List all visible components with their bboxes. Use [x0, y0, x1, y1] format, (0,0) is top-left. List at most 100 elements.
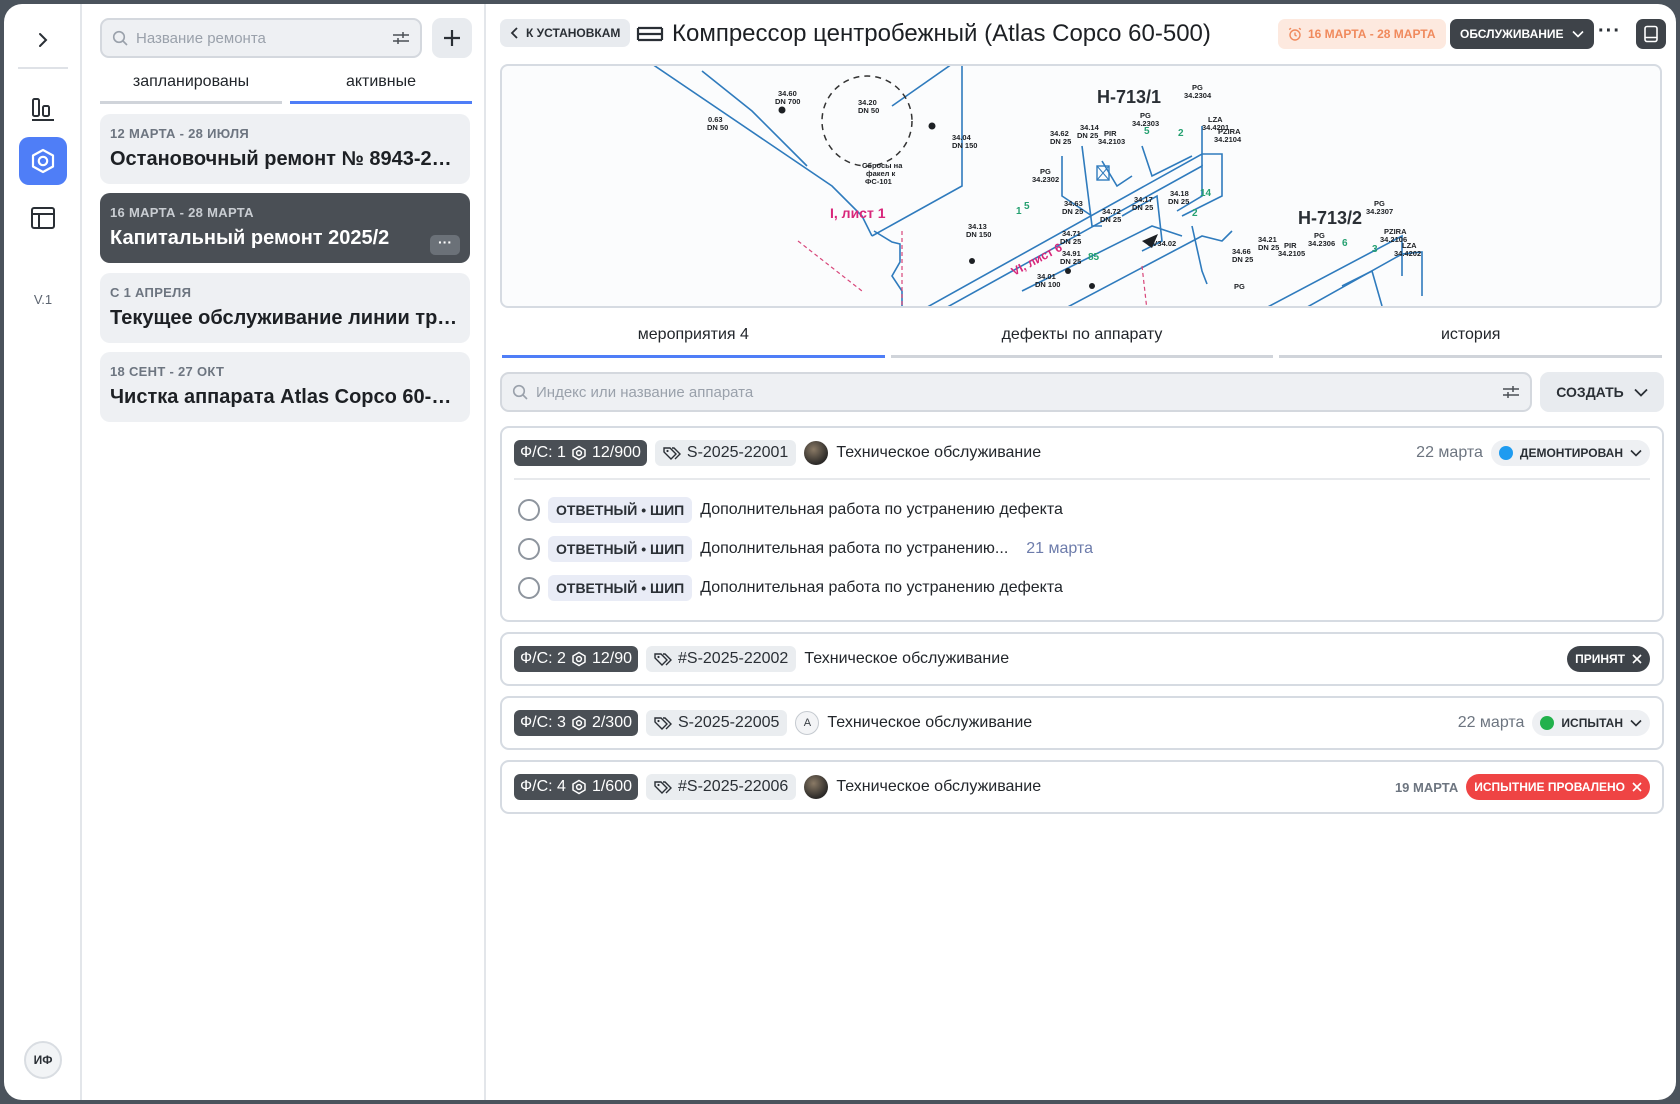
events-search[interactable]: Индекс или название аппарата — [500, 372, 1532, 412]
tab-history[interactable]: история — [1279, 320, 1663, 358]
fs-badge: Ф/С: 2 12/90 — [514, 646, 638, 672]
tag-label: 34.2302 — [1032, 175, 1059, 184]
tab-active[interactable]: активные — [290, 70, 472, 104]
tag-label: DN 25 — [1060, 237, 1081, 246]
tag-label: 1 — [1016, 206, 1022, 217]
table-button[interactable] — [19, 194, 67, 242]
repair-card-selected[interactable]: 16 МАРТА - 28 МАРТА Капитальный ремонт 2… — [100, 193, 470, 263]
dashboard-button[interactable] — [19, 85, 67, 133]
chevron-down-icon — [1630, 719, 1642, 727]
event-card[interactable]: Ф/С: 1 12/900 S-2025-22001 Техническое о… — [500, 426, 1664, 622]
code-badge: S-2025-22001 — [654, 440, 797, 466]
filter-icon[interactable] — [1502, 384, 1520, 400]
event-code: S-2025-22005 — [678, 714, 780, 731]
table-icon — [31, 207, 55, 229]
hexagon-icon — [572, 651, 586, 667]
tag-label: DN 150 — [952, 141, 977, 150]
back-button[interactable]: К УСТАНОВКАМ — [500, 19, 631, 47]
status-badge[interactable]: ИСПЫТНИЕ ПРОВАЛЕНО — [1466, 774, 1650, 800]
status-label: ПРИНЯТ — [1575, 652, 1625, 666]
tab-events[interactable]: мероприятия 4 — [502, 320, 885, 358]
fs-number: Ф/С: 2 — [520, 650, 566, 667]
fs-count: 2/300 — [591, 714, 632, 731]
repair-search[interactable]: Название ремонта — [100, 18, 422, 58]
subtask-row[interactable]: ОТВЕТНЫЙ • ШИП Дополнительная работа по … — [502, 568, 1662, 607]
app-window: V.1 ИФ Название ремонта запланированы ак… — [4, 4, 1676, 1100]
add-repair-button[interactable] — [432, 18, 472, 58]
chevron-down-icon — [1571, 30, 1584, 38]
subtask-row[interactable]: ОТВЕТНЫЙ • ШИП Дополнительная работа по … — [502, 490, 1662, 529]
tag-label: DN 50 — [707, 123, 728, 132]
status-dropdown[interactable]: ИСПЫТАН — [1532, 710, 1650, 736]
hexagon-icon — [31, 148, 55, 174]
tag-label: 85 — [1088, 252, 1100, 263]
repair-tabs: запланированы активные — [100, 70, 472, 104]
repair-card[interactable]: 12 МАРТА - 28 ИЮЛЯ Остановочный ремонт №… — [100, 114, 470, 184]
nav-rail: V.1 ИФ — [4, 4, 82, 1100]
subtask-checkbox[interactable] — [518, 498, 540, 521]
tag-label: PG — [1234, 282, 1245, 291]
tag-label: 5 — [1144, 126, 1150, 137]
filter-icon[interactable] — [392, 30, 410, 46]
expand-button[interactable] — [19, 16, 67, 64]
repair-dates: 18 СЕНТ - 27 ОКТ — [110, 364, 225, 379]
tab-defects[interactable]: дефекты по аппарату — [890, 320, 1274, 358]
assignee-avatar[interactable] — [804, 441, 829, 465]
repair-card[interactable]: С 1 АПРЕЛЯ Текущее обслуживание линии тр… — [100, 273, 470, 343]
event-date: 22 марта — [1457, 714, 1525, 731]
repair-title: Остановочный ремонт № 8943-2025 — [110, 148, 460, 170]
subtask-checkbox[interactable] — [518, 537, 540, 560]
event-header: Ф/С: 1 12/900 S-2025-22001 Техническое о… — [502, 428, 1662, 478]
repair-card[interactable]: 18 СЕНТ - 27 ОКТ Чистка аппарата Atlas C… — [100, 352, 470, 422]
repair-more-button[interactable]: ··· — [430, 235, 460, 255]
assignee-avatar[interactable] — [804, 775, 829, 799]
repair-dates: 12 МАРТА - 28 ИЮЛЯ — [110, 126, 250, 141]
tag-label: 34.2105 — [1278, 249, 1305, 258]
subtask-row[interactable]: ОТВЕТНЫЙ • ШИП Дополнительная работа по … — [502, 529, 1662, 568]
tag-label: DN 25 — [1050, 137, 1071, 146]
code-badge: #S-2025-22006 — [646, 774, 797, 800]
tag-label: DN 25 — [1060, 257, 1081, 266]
repair-search-placeholder: Название ремонта — [136, 29, 266, 47]
tag-label: 34.2307 — [1366, 207, 1393, 216]
equipment-view: К УСТАНОВКАМ Компрессор центробежный (At… — [486, 4, 1676, 1100]
unit-label: Н-713/1 — [1097, 87, 1161, 107]
close-icon[interactable] — [1632, 654, 1642, 664]
status-dot — [1540, 716, 1555, 730]
event-card[interactable]: Ф/С: 4 1/600 #S-2025-22006 Техническое о… — [500, 760, 1664, 814]
fs-count: 12/90 — [591, 650, 632, 667]
pipeline-icon — [636, 26, 664, 42]
tag-label: 34.2104 — [1214, 135, 1242, 144]
status-dropdown[interactable]: ДЕМОНТИРОВАН — [1490, 440, 1650, 466]
tag-label: 6 — [1342, 238, 1348, 249]
event-header: Ф/С: 2 12/90 #S-2025-22002 Техническое о… — [502, 634, 1662, 684]
more-button[interactable]: ··· — [1598, 21, 1621, 41]
search-icon — [512, 384, 528, 400]
docs-button[interactable] — [1636, 19, 1666, 49]
close-icon[interactable] — [1632, 782, 1642, 792]
status-label: ИСПЫТАН — [1561, 716, 1623, 730]
tag-label: 34.4202 — [1394, 249, 1421, 258]
repair-title: Текущее обслуживание линии трубопровода — [110, 307, 460, 329]
create-button[interactable]: СОЗДАТЬ — [1540, 372, 1664, 412]
tab-planned[interactable]: запланированы — [100, 70, 282, 104]
app-version: V.1 — [33, 292, 53, 307]
events-search-placeholder: Индекс или название аппарата — [536, 383, 754, 401]
subtask-checkbox[interactable] — [518, 576, 540, 599]
type-dropdown[interactable]: ОБСЛУЖИВАНИЕ — [1450, 19, 1594, 49]
date-range-badge[interactable]: 16 МАРТА - 28 МАРТА — [1278, 19, 1446, 49]
tag-label: DN 25 — [1258, 243, 1279, 252]
fs-number: Ф/С: 3 — [520, 714, 566, 731]
create-label: СОЗДАТЬ — [1556, 384, 1624, 400]
tags-icon — [663, 447, 681, 460]
assignee-avatar[interactable]: А — [795, 711, 820, 735]
user-avatar[interactable]: ИФ — [24, 1041, 62, 1079]
status-badge[interactable]: ПРИНЯТ — [1567, 646, 1650, 672]
repairs-button[interactable] — [19, 137, 67, 185]
subtask-tag: ОТВЕТНЫЙ • ШИП — [548, 496, 693, 523]
pid-scheme[interactable]: 34.60 DN 700 34.20 DN 50 0.63 DN 50 Сбро… — [500, 64, 1662, 308]
event-card[interactable]: Ф/С: 2 12/90 #S-2025-22002 Техническое о… — [500, 632, 1664, 686]
tag-label: DN 25 — [1232, 255, 1253, 264]
event-card[interactable]: Ф/С: 3 2/300 S-2025-22005 А Техническое … — [500, 696, 1664, 750]
event-code: S-2025-22001 — [686, 444, 789, 461]
